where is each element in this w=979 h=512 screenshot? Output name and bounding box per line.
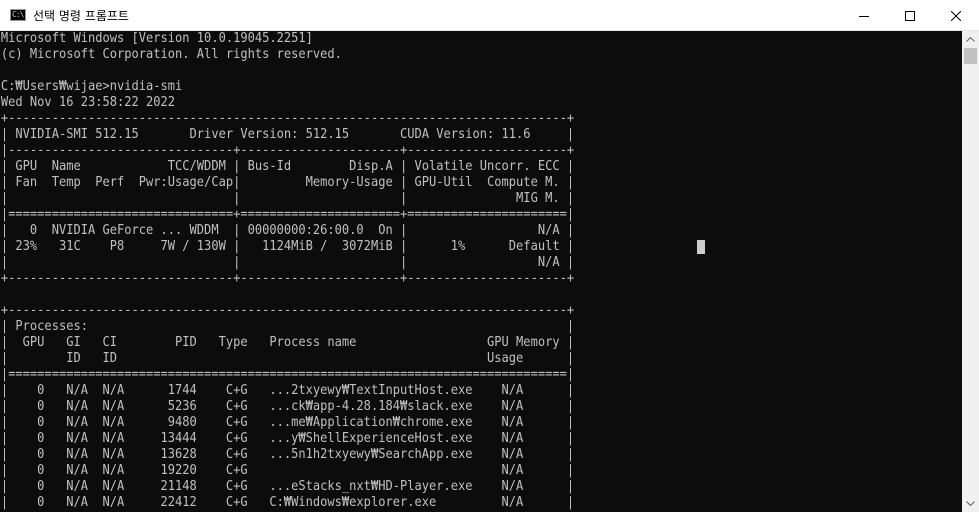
console-line: | | | N/A | <box>0 255 575 270</box>
console-line: | 0 N/A N/A 13628 C+G ...5n1h2txyewy₩Sea… <box>0 447 575 462</box>
console-line: | Processes: | <box>0 319 575 334</box>
command-prompt-icon[interactable]: C:\ <box>10 9 26 21</box>
console-line: | 0 N/A N/A 5236 C+G ...ck₩app-4.28.184₩… <box>0 399 575 414</box>
console-line: |===============================+=======… <box>0 207 575 222</box>
console-line: Wed Nov 16 23:58:22 2022 <box>0 95 176 110</box>
console-line: (c) Microsoft Corporation. All rights re… <box>0 47 342 62</box>
console-line: +-------------------------------+-------… <box>0 271 575 286</box>
text-cursor <box>697 240 705 254</box>
console-line: |-------------------------------+-------… <box>0 143 575 158</box>
console-line: | | | MIG M. | <box>0 191 575 206</box>
console-line: | GPU Name TCC/WDDM | Bus-Id Disp.A | Vo… <box>0 159 575 174</box>
scroll-up-button[interactable] <box>962 31 979 48</box>
scroll-thumb[interactable] <box>964 48 977 64</box>
minimize-button[interactable] <box>841 0 887 31</box>
scroll-down-button[interactable] <box>962 495 979 512</box>
console-line: | 23% 31C P8 7W / 130W | 1124MiB / 3072M… <box>0 239 575 254</box>
console-line: C:₩Users₩wijae>nvidia-smi <box>0 79 183 94</box>
title-bar[interactable]: C:\ 선택 명령 프롬프트 <box>0 0 979 31</box>
console-line: | 0 N/A N/A 13444 C+G ...y₩ShellExperien… <box>0 431 575 446</box>
console-line: | 0 N/A N/A 22412 C+G C:₩Windows₩explore… <box>0 495 575 510</box>
console-text: Microsoft Windows [Version 10.0.19045.22… <box>0 31 866 511</box>
vertical-scrollbar[interactable] <box>962 31 979 512</box>
console-output[interactable]: Microsoft Windows [Version 10.0.19045.22… <box>0 31 962 512</box>
console-line: | 0 N/A N/A 19220 C+G N/A | <box>0 463 575 478</box>
app-icon-label: C:\ <box>12 10 24 19</box>
console-line: | ID ID Usage | <box>0 351 575 366</box>
close-icon <box>951 10 961 21</box>
arrow-up-icon <box>966 37 975 42</box>
console-line: |=======================================… <box>0 367 575 382</box>
window-controls <box>841 0 979 31</box>
console-line: +---------------------------------------… <box>0 303 575 318</box>
minimize-icon <box>859 15 869 17</box>
console-line: | Fan Temp Perf Pwr:Usage/Cap| Memory-Us… <box>0 175 575 190</box>
maximize-button[interactable] <box>887 0 933 31</box>
arrow-down-icon <box>966 501 975 506</box>
console-line: | GPU GI CI PID Type Process name GPU Me… <box>0 335 575 350</box>
console-line: +---------------------------------------… <box>0 111 575 126</box>
console-line: | 0 N/A N/A 9480 C+G ...me₩Application₩c… <box>0 415 575 430</box>
window-title: 선택 명령 프롬프트 <box>33 8 129 23</box>
console-line: | 0 NVIDIA GeForce ... WDDM | 00000000:2… <box>0 223 575 238</box>
console-line: Microsoft Windows [Version 10.0.19045.22… <box>0 31 313 46</box>
console-line: | 0 N/A N/A 21148 C+G ...eStacks_nxt₩HD-… <box>0 479 575 494</box>
console-line: | NVIDIA-SMI 512.15 Driver Version: 512.… <box>0 127 575 142</box>
console-line: | 0 N/A N/A 1744 C+G ...2txyewy₩TextInpu… <box>0 383 575 398</box>
maximize-icon <box>905 10 915 21</box>
close-button[interactable] <box>933 0 979 31</box>
